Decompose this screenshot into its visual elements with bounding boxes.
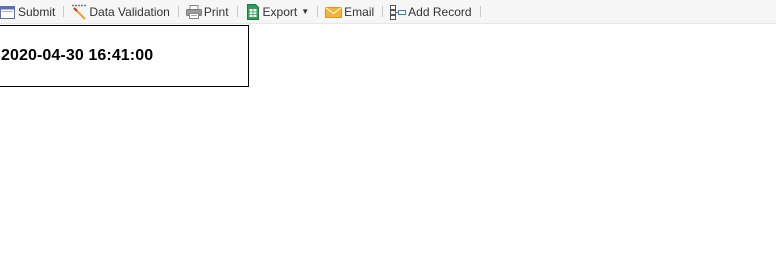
data-validation-label: Data Validation [89,4,170,19]
export-button[interactable]: Export ▼ [245,0,310,24]
add-record-button[interactable]: Add Record [390,0,472,24]
spreadsheet-file-icon [245,3,261,20]
toolbar-separator [63,6,65,17]
toolbar-separator [177,6,179,17]
toolbar-separator [236,6,238,17]
window-icon [0,4,16,20]
email-label: Email [344,4,375,19]
add-record-label: Add Record [408,4,472,19]
report-cell[interactable]: 2020-04-30 16:41:00 [0,25,249,87]
envelope-icon [325,4,343,20]
submit-label: Submit [18,4,56,19]
email-button[interactable]: Email [325,0,374,24]
printer-icon [185,4,202,20]
report-toolbar: Submit Data Validation Print Export ▼ Em… [0,0,776,24]
print-button[interactable]: Print [185,0,229,24]
toolbar-separator [382,6,384,17]
toolbar-separator [317,6,319,17]
submit-button[interactable]: Submit [0,0,55,24]
print-label: Print [203,4,229,19]
magic-wand-icon [71,4,87,20]
chevron-down-icon: ▼ [301,7,310,16]
insert-row-icon [390,4,407,20]
report-page: Submit Data Validation Print Export ▼ Em… [0,0,776,269]
data-validation-button[interactable]: Data Validation [71,0,170,24]
datetime-value: 2020-04-30 16:41:00 [1,47,154,64]
export-label: Export [262,4,298,19]
toolbar-separator [479,6,481,17]
